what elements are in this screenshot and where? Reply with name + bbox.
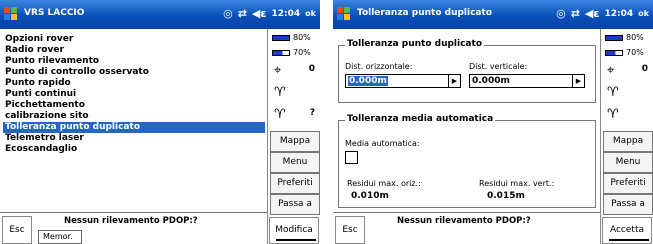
battery-1-level: 80%: [293, 33, 311, 42]
speaker-icon[interactable]: ◀ε: [585, 7, 600, 20]
menu-item[interactable]: Radio rover: [3, 45, 265, 56]
battery-1: 80%: [601, 33, 653, 44]
status-area: ◎ ⇄ ◀ε 12:04 ok: [223, 7, 316, 20]
satellite-row[interactable]: ⌖ 0: [268, 59, 320, 81]
menu-item[interactable]: Punto di controllo osservato: [3, 67, 265, 78]
play-arrow-icon[interactable]: ▶: [572, 75, 584, 87]
auto-average-checkbox[interactable]: [345, 151, 358, 164]
ok-button[interactable]: ok: [305, 9, 316, 18]
battery-2: 70%: [601, 48, 653, 59]
menu-item-selected[interactable]: Tolleranza punto duplicato: [3, 122, 265, 133]
satellite-count: 0: [641, 64, 648, 74]
screen-tolerance: Tolleranza punto duplicato ◎ ⇄ ◀ε 12:04 …: [333, 0, 653, 244]
ok-button[interactable]: ok: [638, 9, 649, 18]
horizontal-distance-label: Dist. orizzontale:: [345, 62, 413, 71]
receiver-icon: ♈: [274, 85, 286, 100]
horizontal-distance-field[interactable]: 0.000m ▶: [345, 74, 461, 88]
esc-button[interactable]: Esc: [335, 216, 365, 244]
start-menu-icon[interactable]: [4, 7, 18, 21]
battery-icon: [272, 50, 290, 56]
satellite-count: 0: [308, 64, 315, 74]
menu-item[interactable]: Telemetro laser: [3, 133, 265, 144]
menu-item[interactable]: Punti continui: [3, 89, 265, 100]
status-message: Nessun rilevamento PDOP:?: [397, 216, 531, 226]
auto-average-label: Media automatica:: [345, 139, 420, 148]
battery-1: 80%: [268, 33, 320, 44]
vertical-distance-value: 0.000m: [472, 76, 510, 86]
satellite-icon: ⌖: [274, 63, 282, 78]
rover-row[interactable]: ♈ ?: [268, 103, 320, 125]
edit-button[interactable]: Modifica: [269, 217, 319, 244]
connectivity-icon[interactable]: ⇄: [571, 7, 580, 20]
menu-item[interactable]: Opzioni rover: [3, 34, 265, 45]
rover-icon: ♈: [607, 107, 619, 122]
menu-item[interactable]: calibrazione sito: [3, 111, 265, 122]
window-title: Tolleranza punto duplicato: [357, 8, 492, 18]
menu-item[interactable]: Ecoscandaglio: [3, 144, 265, 155]
horizontal-residual-value: 0.010m: [351, 191, 389, 201]
bottom-bar: Esc Nessun rilevamento PDOP:?: [333, 212, 600, 244]
vertical-distance-field[interactable]: 0.000m ▶: [469, 74, 585, 88]
duplicate-tolerance-group: Tolleranza punto duplicato Dist. orizzon…: [338, 39, 596, 103]
vertical-distance-label: Dist. verticale:: [469, 62, 528, 71]
favorites-button[interactable]: Preferiti: [270, 173, 320, 194]
play-arrow-icon[interactable]: ▶: [448, 75, 460, 87]
receiver-row[interactable]: ♈: [601, 81, 653, 103]
rover-icon: ♈: [274, 107, 286, 122]
menu-button[interactable]: Menu: [270, 152, 320, 173]
battery-icon: [605, 35, 623, 41]
menu-item[interactable]: Punto rapido: [3, 78, 265, 89]
rover-status: ?: [309, 108, 315, 118]
bottom-bar: Esc Nessun rilevamento PDOP:? Memor.: [0, 212, 267, 244]
receiver-row[interactable]: ♈: [268, 81, 320, 103]
battery-2: 70%: [268, 48, 320, 59]
status-message: Nessun rilevamento PDOP:?: [64, 216, 198, 226]
battery-icon: [605, 50, 623, 56]
horizontal-distance-value: 0.000m: [348, 76, 388, 86]
gps-icon[interactable]: ◎: [556, 7, 566, 20]
auto-average-group: Tolleranza media automatica Media automa…: [338, 114, 596, 208]
battery-1-level: 80%: [626, 33, 644, 42]
status-sidebar: 80% 70% ⌖ 0 ♈ ♈ ? Mappa Menu Preferiti P…: [267, 29, 320, 244]
battery-2-level: 70%: [293, 48, 311, 57]
group-title: Tolleranza punto duplicato: [345, 39, 484, 49]
satellite-row[interactable]: ⌖ 0: [601, 59, 653, 81]
gps-icon[interactable]: ◎: [223, 7, 233, 20]
map-button[interactable]: Mappa: [603, 131, 653, 152]
menu-button[interactable]: Menu: [603, 152, 653, 173]
vertical-residual-value: 0.015m: [487, 191, 525, 201]
menu-list: Opzioni rover Radio rover Punto rilevame…: [3, 34, 265, 155]
connectivity-icon[interactable]: ⇄: [238, 7, 247, 20]
status-sidebar: 80% 70% ⌖ 0 ♈ ♈ Mappa Menu Preferiti Pas…: [600, 29, 653, 244]
group-title: Tolleranza media automatica: [345, 114, 496, 124]
clock[interactable]: 12:04: [272, 9, 301, 19]
window-title: VRS LACCIO: [24, 8, 85, 18]
satellite-icon: ⌖: [607, 63, 615, 78]
horizontal-residual-label: Residui max. oriz.:: [347, 179, 421, 188]
menu-item[interactable]: Punto rilevamento: [3, 56, 265, 67]
map-button[interactable]: Mappa: [270, 131, 320, 152]
clock[interactable]: 12:04: [605, 9, 634, 19]
battery-2-level: 70%: [626, 48, 644, 57]
status-area: ◎ ⇄ ◀ε 12:04 ok: [556, 7, 649, 20]
title-bar: VRS LACCIO ◎ ⇄ ◀ε 12:04 ok: [0, 0, 320, 29]
title-bar: Tolleranza punto duplicato ◎ ⇄ ◀ε 12:04 …: [333, 0, 653, 29]
start-menu-icon[interactable]: [337, 7, 351, 21]
vertical-residual-label: Residui max. vert.:: [479, 179, 555, 188]
receiver-icon: ♈: [607, 85, 619, 100]
battery-icon: [272, 35, 290, 41]
switch-to-button[interactable]: Passa a: [270, 194, 320, 215]
switch-to-button[interactable]: Passa a: [603, 194, 653, 215]
esc-button[interactable]: Esc: [2, 216, 32, 244]
favorites-button[interactable]: Preferiti: [603, 173, 653, 194]
speaker-icon[interactable]: ◀ε: [252, 7, 267, 20]
menu-item[interactable]: Picchettamento: [3, 100, 265, 111]
store-button[interactable]: Memor.: [38, 230, 82, 244]
screen-menu: VRS LACCIO ◎ ⇄ ◀ε 12:04 ok Opzioni rover…: [0, 0, 320, 244]
accept-button[interactable]: Accetta: [602, 217, 652, 244]
rover-row[interactable]: ♈: [601, 103, 653, 125]
